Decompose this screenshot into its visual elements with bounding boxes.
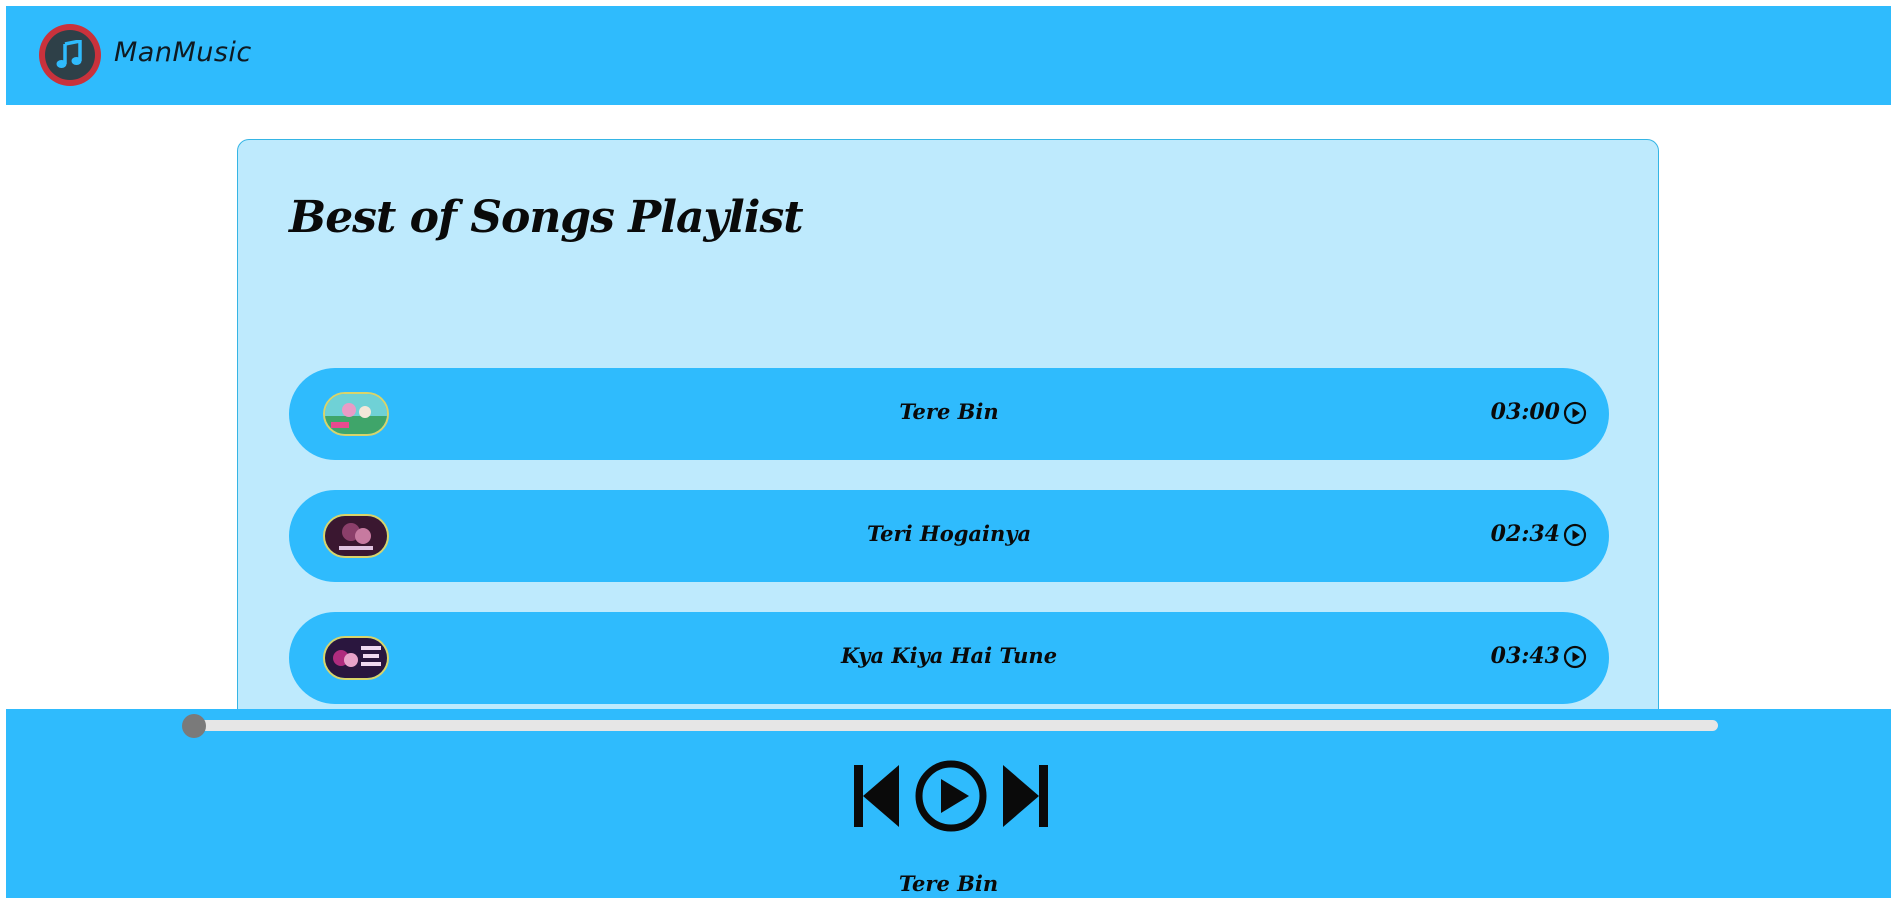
song-title: Tere Bin <box>899 399 999 424</box>
now-playing-title: Tere Bin <box>898 871 999 896</box>
playback-controls <box>851 759 1051 833</box>
logo[interactable] <box>39 24 101 86</box>
playlist-title: Best of Songs Playlist <box>289 192 804 243</box>
playlist-panel: Best of Songs Playlist Tere Bin 03:00 Te… <box>237 139 1659 739</box>
song-title: Teri Hogainya <box>866 521 1032 546</box>
progress-slider[interactable] <box>182 714 1718 738</box>
song-item[interactable]: Tere Bin 03:00 <box>289 368 1609 460</box>
play-circle-icon[interactable] <box>1563 401 1587 425</box>
play-circle-icon[interactable] <box>1563 645 1587 669</box>
play-circle-icon[interactable] <box>1563 523 1587 547</box>
song-title: Kya Kiya Hai Tune <box>840 643 1058 668</box>
song-item[interactable]: Kya Kiya Hai Tune 03:43 <box>289 612 1609 704</box>
app-window: ManMusic Best of Songs Playlist Tere Bin… <box>6 6 1891 898</box>
music-note-icon <box>45 30 95 80</box>
song-duration: 03:00 <box>1490 399 1560 425</box>
player-bar: Tere Bin <box>6 709 1891 898</box>
progress-handle[interactable] <box>182 714 206 738</box>
skip-previous-icon[interactable] <box>851 759 901 837</box>
song-duration: 03:43 <box>1490 643 1560 669</box>
navbar: ManMusic <box>6 6 1891 105</box>
skip-next-icon[interactable] <box>1001 759 1051 837</box>
song-item[interactable]: Teri Hogainya 02:34 <box>289 490 1609 582</box>
play-circle-icon[interactable] <box>914 759 988 837</box>
song-duration: 02:34 <box>1490 521 1560 547</box>
brand-name: ManMusic <box>114 37 252 68</box>
